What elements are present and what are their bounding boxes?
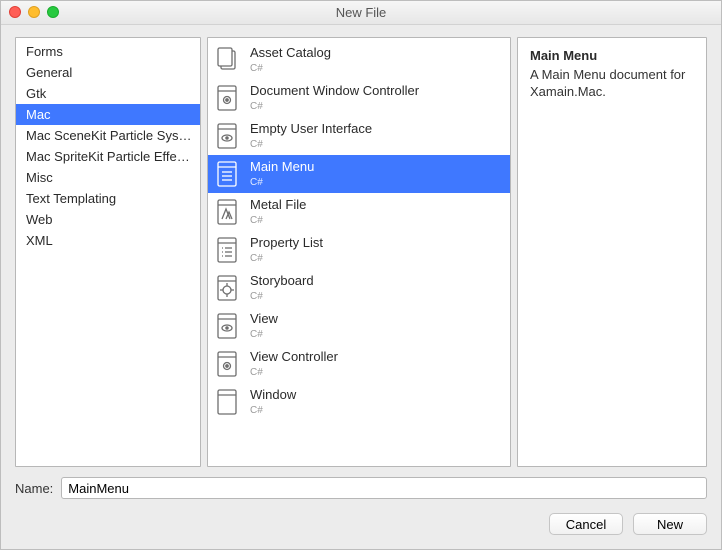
category-item-general[interactable]: General	[16, 62, 200, 83]
new-button[interactable]: New	[633, 513, 707, 535]
template-title: Document Window Controller	[250, 84, 419, 98]
template-subtitle: C#	[250, 367, 338, 378]
category-list[interactable]: FormsGeneralGtkMacMac SceneKit Particle …	[15, 37, 201, 467]
template-title: Property List	[250, 236, 323, 250]
template-subtitle: C#	[250, 63, 331, 74]
template-subtitle: C#	[250, 139, 372, 150]
template-title: Empty User Interface	[250, 122, 372, 136]
asset-catalog-icon	[214, 45, 240, 75]
storyboard-icon	[214, 273, 240, 303]
property-list-icon	[214, 235, 240, 265]
template-title: Window	[250, 388, 296, 402]
cancel-button[interactable]: Cancel	[549, 513, 623, 535]
template-item-view-controller[interactable]: View Controller C#	[208, 345, 510, 383]
template-title: View	[250, 312, 278, 326]
window-icon	[214, 387, 240, 417]
category-item-web[interactable]: Web	[16, 209, 200, 230]
detail-title: Main Menu	[530, 48, 694, 63]
template-subtitle: C#	[250, 253, 323, 264]
template-title: Main Menu	[250, 160, 314, 174]
view-controller-icon	[214, 349, 240, 379]
template-subtitle: C#	[250, 101, 419, 112]
template-item-metal-file[interactable]: Metal File C#	[208, 193, 510, 231]
document-window-controller-icon	[214, 83, 240, 113]
template-title: Metal File	[250, 198, 306, 212]
category-item-misc[interactable]: Misc	[16, 167, 200, 188]
template-item-empty-user-interface[interactable]: Empty User Interface C#	[208, 117, 510, 155]
template-item-asset-catalog[interactable]: Asset Catalog C#	[208, 41, 510, 79]
template-item-window[interactable]: Window C#	[208, 383, 510, 421]
window-title: New File	[336, 5, 387, 20]
category-item-mac[interactable]: Mac	[16, 104, 200, 125]
template-subtitle: C#	[250, 329, 278, 340]
template-subtitle: C#	[250, 405, 296, 416]
name-label: Name:	[15, 481, 53, 496]
titlebar: New File	[1, 1, 721, 25]
template-item-storyboard[interactable]: Storyboard C#	[208, 269, 510, 307]
name-input[interactable]	[61, 477, 707, 499]
template-item-property-list[interactable]: Property List C#	[208, 231, 510, 269]
main-menu-icon	[214, 159, 240, 189]
detail-description: A Main Menu document for Xamain.Mac.	[530, 67, 694, 101]
template-item-main-menu[interactable]: Main Menu C#	[208, 155, 510, 193]
category-item-mac-scenekit-particle-systems[interactable]: Mac SceneKit Particle Systems	[16, 125, 200, 146]
template-detail-panel: Main Menu A Main Menu document for Xamai…	[517, 37, 707, 467]
traffic-lights	[9, 6, 59, 18]
empty-ui-icon	[214, 121, 240, 151]
template-list[interactable]: Asset CatalogC#Document Window Controlle…	[207, 37, 511, 467]
template-title: View Controller	[250, 350, 338, 364]
category-item-text-templating[interactable]: Text Templating	[16, 188, 200, 209]
view-icon	[214, 311, 240, 341]
template-subtitle: C#	[250, 177, 314, 188]
template-title: Asset Catalog	[250, 46, 331, 60]
content-area: FormsGeneralGtkMacMac SceneKit Particle …	[1, 25, 721, 473]
close-window-button[interactable]	[9, 6, 21, 18]
template-title: Storyboard	[250, 274, 314, 288]
name-row: Name:	[1, 473, 721, 505]
template-subtitle: C#	[250, 215, 306, 226]
template-item-document-window-controller[interactable]: Document Window Controller C#	[208, 79, 510, 117]
template-item-view[interactable]: View C#	[208, 307, 510, 345]
minimize-window-button[interactable]	[28, 6, 40, 18]
category-item-mac-spritekit-particle-effects[interactable]: Mac SpriteKit Particle Effects	[16, 146, 200, 167]
category-item-forms[interactable]: Forms	[16, 41, 200, 62]
button-row: Cancel New	[1, 505, 721, 549]
new-file-dialog: New File FormsGeneralGtkMacMac SceneKit …	[0, 0, 722, 550]
metal-file-icon	[214, 197, 240, 227]
zoom-window-button[interactable]	[47, 6, 59, 18]
category-item-xml[interactable]: XML	[16, 230, 200, 251]
template-subtitle: C#	[250, 291, 314, 302]
category-item-gtk[interactable]: Gtk	[16, 83, 200, 104]
